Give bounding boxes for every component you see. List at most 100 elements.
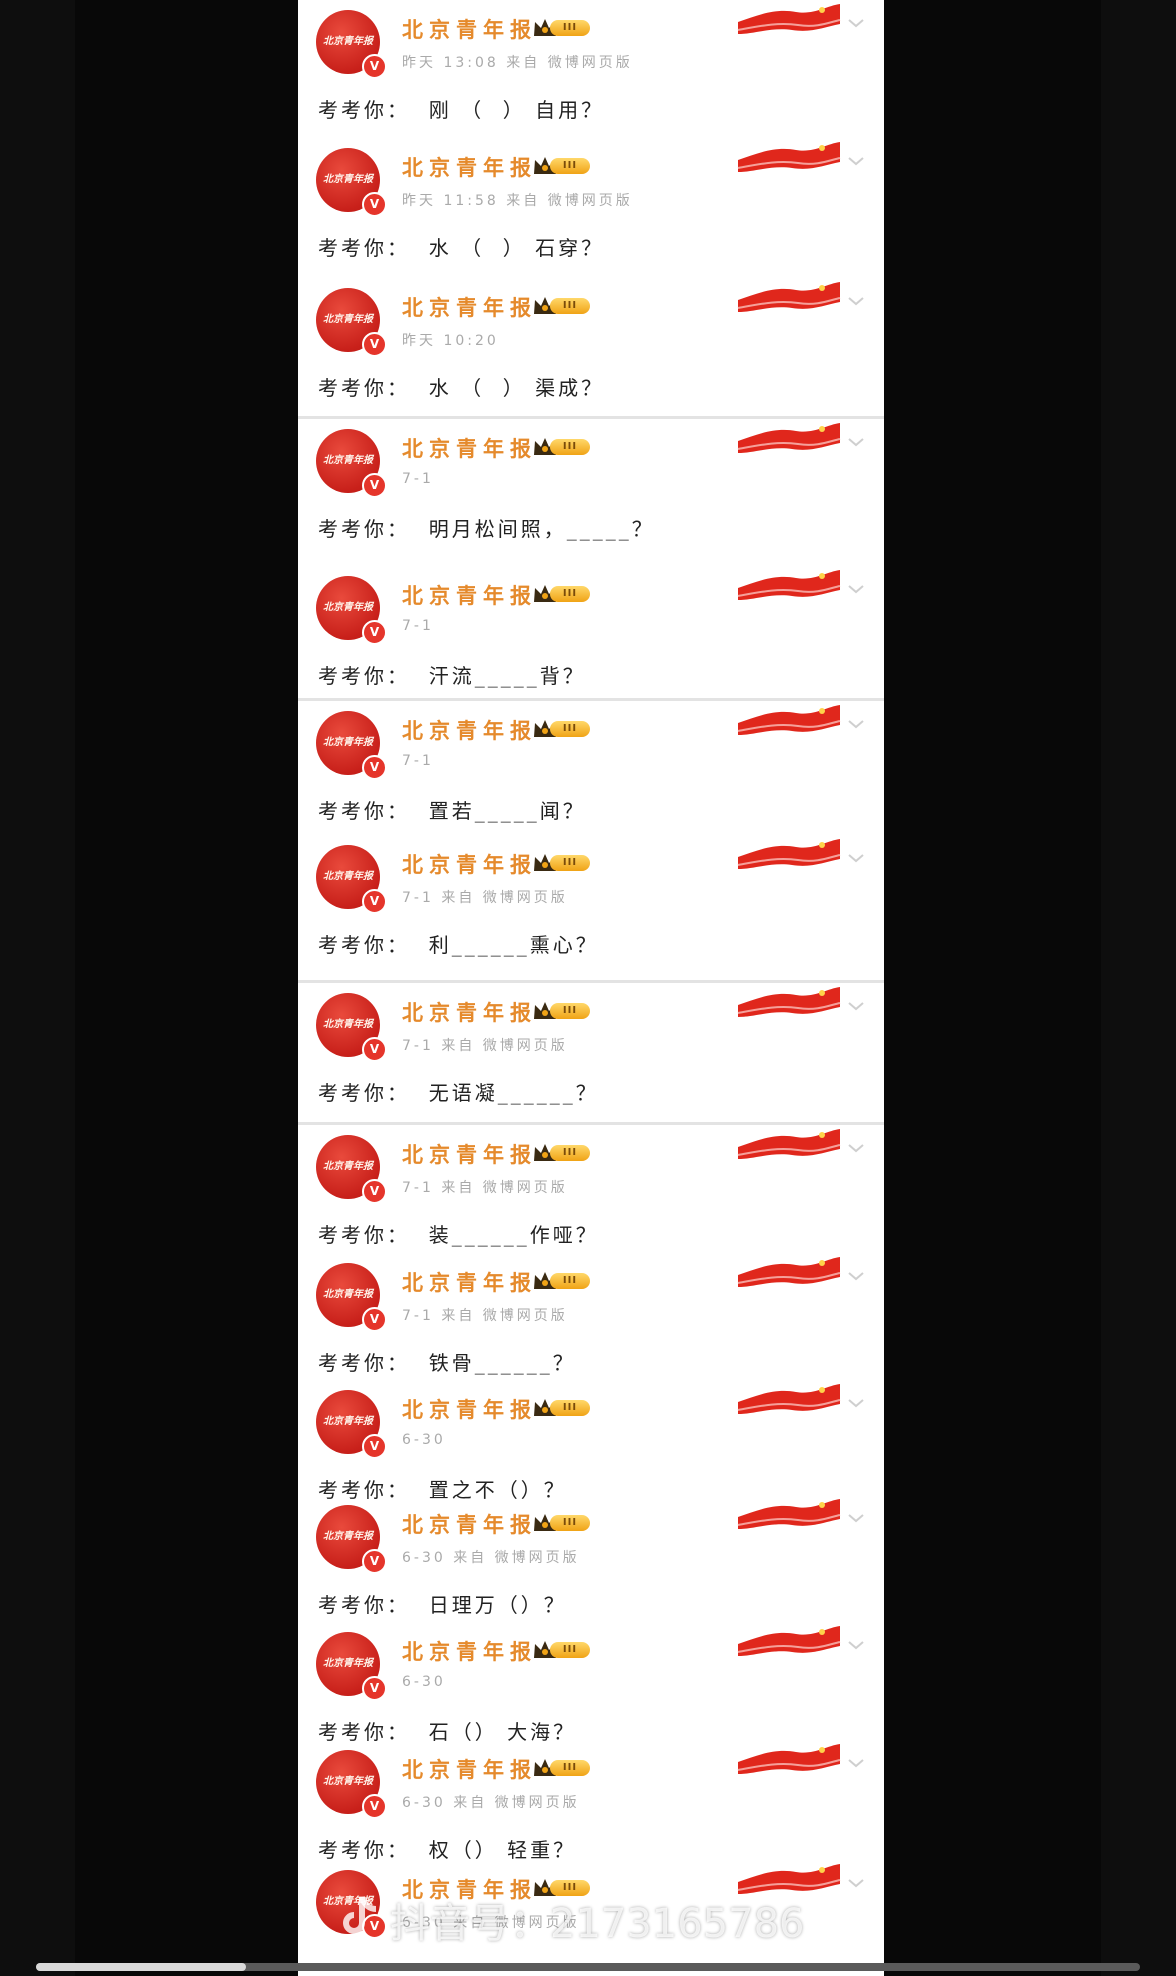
- vip-badge[interactable]: III: [532, 16, 592, 38]
- vip-badge[interactable]: III: [532, 294, 592, 316]
- chevron-down-icon[interactable]: [846, 1269, 866, 1283]
- post-meta: 6-30 来自 微博网页版: [402, 1795, 580, 1811]
- vip-badge[interactable]: III: [532, 1756, 592, 1778]
- vip-badge[interactable]: III: [532, 582, 592, 604]
- chevron-down-icon[interactable]: [846, 717, 866, 731]
- avatar[interactable]: 北京青年报 V: [316, 711, 387, 780]
- vip-badge[interactable]: III: [532, 1511, 592, 1533]
- avatar[interactable]: 北京青年报 V: [316, 1505, 387, 1574]
- post-card[interactable]: 北京青年报 V 北京青年报 III 7-1 来自 微博网页版 考考你： 无语凝_…: [298, 980, 884, 1133]
- vip-badge[interactable]: III: [532, 1638, 592, 1660]
- vip-badge[interactable]: III: [532, 717, 592, 739]
- chevron-down-icon[interactable]: [846, 16, 866, 30]
- account-name[interactable]: 北京青年报: [402, 1139, 537, 1169]
- avatar[interactable]: 北京青年报 V: [316, 576, 387, 645]
- account-name[interactable]: 北京青年报: [402, 1636, 537, 1666]
- verified-v-icon: V: [362, 192, 387, 217]
- weibo-feed: 北京青年报 V 北京青年报 III 昨天 13:08 来自 微博网页版 考考你：…: [298, 0, 884, 1976]
- vip-badge[interactable]: III: [532, 154, 592, 176]
- verified-v-icon: V: [362, 473, 387, 498]
- avatar[interactable]: 北京青年报 V: [316, 10, 387, 79]
- vip-badge[interactable]: III: [532, 1141, 592, 1163]
- avatar[interactable]: 北京青年报 V: [316, 1390, 387, 1459]
- avatar[interactable]: 北京青年报 V: [316, 993, 387, 1062]
- account-name[interactable]: 北京青年报: [402, 715, 537, 745]
- post-card[interactable]: 北京青年报 V 北京青年报 III 7-1 考考你： 明月松间照，_____？: [298, 416, 884, 569]
- verified-v-icon: V: [362, 54, 387, 79]
- red-flag-banner-icon: [737, 142, 841, 172]
- post-question-text: 考考你： 置若_____闻？: [318, 799, 586, 823]
- chevron-down-icon[interactable]: [846, 1638, 866, 1652]
- douyin-icon: [343, 1896, 377, 1934]
- avatar[interactable]: 北京青年报 V: [316, 1135, 387, 1204]
- newspaper-logo-icon: 北京青年报: [323, 737, 373, 748]
- chevron-down-icon[interactable]: [846, 1511, 866, 1525]
- account-name[interactable]: 北京青年报: [402, 997, 537, 1027]
- account-name[interactable]: 北京青年报: [402, 292, 537, 322]
- post-meta: 昨天 11:58 来自 微博网页版: [402, 193, 633, 209]
- verified-v-icon: V: [362, 1037, 387, 1062]
- post-card[interactable]: 北京青年报 V 北京青年报 III 昨天 13:08 来自 微博网页版 考考你：…: [298, 0, 884, 150]
- post-meta: 7-1: [402, 618, 434, 634]
- account-name[interactable]: 北京青年报: [402, 14, 537, 44]
- chevron-down-icon[interactable]: [846, 154, 866, 168]
- chevron-down-icon[interactable]: [846, 294, 866, 308]
- chevron-down-icon[interactable]: [846, 1756, 866, 1770]
- red-flag-banner-icon: [737, 282, 841, 312]
- chevron-down-icon[interactable]: [846, 582, 866, 596]
- account-name[interactable]: 北京青年报: [402, 849, 537, 879]
- newspaper-logo-icon: 北京青年报: [323, 871, 373, 882]
- verified-v-icon: V: [362, 1794, 387, 1819]
- post-question-text: 考考你： 无语凝______？: [318, 1081, 599, 1105]
- vip-badge[interactable]: III: [532, 999, 592, 1021]
- post-meta: 7-1: [402, 753, 434, 769]
- avatar[interactable]: 北京青年报 V: [316, 288, 387, 357]
- post-card[interactable]: 北京青年报 V 北京青年报 III 昨天 11:58 来自 微博网页版 考考你：…: [298, 138, 884, 288]
- vip-badge[interactable]: III: [532, 1269, 592, 1291]
- avatar[interactable]: 北京青年报 V: [316, 1263, 387, 1332]
- chevron-down-icon[interactable]: [846, 851, 866, 865]
- video-progress-fill: [36, 1963, 246, 1971]
- vip-level-label: III: [550, 1642, 590, 1658]
- vip-level-label: III: [550, 158, 590, 174]
- vip-badge[interactable]: III: [532, 435, 592, 457]
- red-flag-banner-icon: [737, 705, 841, 735]
- account-name[interactable]: 北京青年报: [402, 580, 537, 610]
- account-name[interactable]: 北京青年报: [402, 1509, 537, 1539]
- avatar[interactable]: 北京青年报 V: [316, 1750, 387, 1819]
- post-card[interactable]: 北京青年报 V 北京青年报 III 7-1 考考你： 汗流_____背？: [298, 566, 884, 716]
- avatar[interactable]: 北京青年报 V: [316, 845, 387, 914]
- post-meta: 7-1 来自 微博网页版: [402, 890, 568, 906]
- verified-v-icon: V: [362, 1307, 387, 1332]
- vip-badge[interactable]: III: [532, 851, 592, 873]
- post-question-text: 考考你： 铁骨______？: [318, 1351, 576, 1375]
- avatar[interactable]: 北京青年报 V: [316, 148, 387, 217]
- red-flag-banner-icon: [737, 1129, 841, 1159]
- red-flag-banner-icon: [737, 987, 841, 1017]
- red-flag-banner-icon: [737, 423, 841, 453]
- vip-level-label: III: [550, 855, 590, 871]
- red-flag-banner-icon: [737, 1384, 841, 1414]
- post-card[interactable]: 北京青年报 V 北京青年报 III 7-1 考考你： 置若_____闻？: [298, 698, 884, 851]
- post-meta: 昨天 13:08 来自 微博网页版: [402, 55, 633, 71]
- account-name[interactable]: 北京青年报: [402, 1394, 537, 1424]
- account-name[interactable]: 北京青年报: [402, 152, 537, 182]
- post-card[interactable]: 北京青年报 V 北京青年报 III 7-1 来自 微博网页版 考考你： 利___…: [298, 835, 884, 985]
- video-progress-bar[interactable]: [36, 1963, 1140, 1971]
- chevron-down-icon[interactable]: [846, 1141, 866, 1155]
- red-flag-banner-icon: [737, 1744, 841, 1774]
- vip-level-label: III: [550, 1760, 590, 1776]
- account-name[interactable]: 北京青年报: [402, 1267, 537, 1297]
- post-card[interactable]: 北京青年报 V 北京青年报 III 昨天 10:20 考考你： 水 （ ） 渠成…: [298, 278, 884, 428]
- chevron-down-icon[interactable]: [846, 435, 866, 449]
- account-name[interactable]: 北京青年报: [402, 433, 537, 463]
- chevron-down-icon[interactable]: [846, 1396, 866, 1410]
- vip-badge[interactable]: III: [532, 1396, 592, 1418]
- chevron-down-icon[interactable]: [846, 999, 866, 1013]
- newspaper-logo-icon: 北京青年报: [323, 1161, 373, 1172]
- avatar[interactable]: 北京青年报 V: [316, 1632, 387, 1701]
- avatar[interactable]: 北京青年报 V: [316, 429, 387, 498]
- post-question-text: 考考你： 刚 （ ） 自用？: [318, 98, 605, 122]
- watermark-text: 抖音号：2173165786: [390, 1901, 805, 1947]
- account-name[interactable]: 北京青年报: [402, 1754, 537, 1784]
